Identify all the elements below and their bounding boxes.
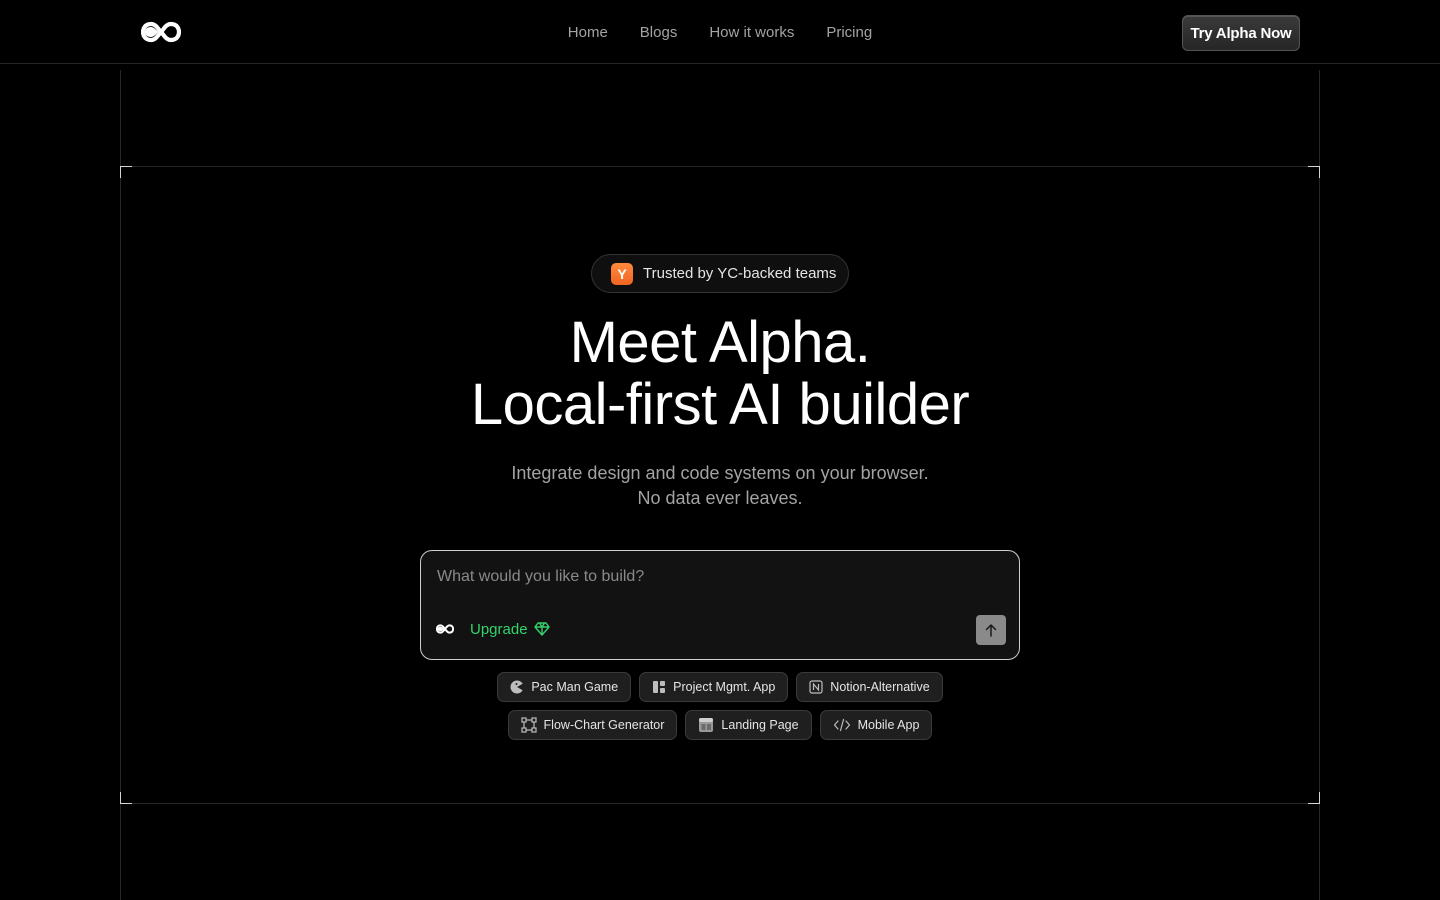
suggestion-mobile-app[interactable]: Mobile App	[819, 710, 933, 740]
hero-subtitle-line-1: Integrate design and code systems on you…	[511, 463, 929, 483]
suggestion-label: Flow-Chart Generator	[543, 718, 665, 732]
frame-icon	[520, 717, 537, 733]
frame-top-line	[120, 166, 1320, 167]
hero-title: Meet Alpha. Local-first AI builder	[0, 312, 1440, 436]
hero-title-line-2: Local-first AI builder	[470, 372, 970, 437]
suggestion-row-2: Flow-Chart Generator Landing Page Mobile…	[0, 710, 1440, 740]
try-alpha-now-button[interactable]: Try Alpha Now	[1182, 15, 1300, 51]
page-icon	[699, 718, 714, 732]
notion-icon	[809, 680, 823, 694]
suggestion-flow-chart-generator[interactable]: Flow-Chart Generator	[507, 710, 678, 740]
corner-bottom-right	[1308, 792, 1320, 804]
nav-how-it-works-link[interactable]: How it works	[709, 24, 794, 41]
hero-subtitle-line-2: No data ever leaves.	[637, 488, 803, 508]
top-navigation-bar: Home Blogs How it works Pricing Try Alph…	[0, 0, 1440, 64]
code-icon	[833, 718, 850, 732]
nav-home-link[interactable]: Home	[568, 24, 608, 41]
trusted-badge-text: Trusted by YC-backed teams	[643, 265, 837, 282]
build-prompt-input[interactable]	[435, 565, 995, 589]
suggestion-notion-alternative[interactable]: Notion-Alternative	[796, 672, 943, 702]
suggestion-label: Project Mgmt. App	[673, 680, 776, 694]
arrow-up-icon	[985, 624, 997, 637]
suggestion-label: Mobile App	[857, 718, 920, 732]
layout-icon	[653, 681, 666, 693]
infinity-logo-icon[interactable]	[141, 21, 181, 43]
prompt-box: Upgrade	[420, 550, 1020, 660]
nav-pricing-link[interactable]: Pricing	[826, 24, 872, 41]
corner-top-right	[1308, 166, 1320, 178]
corner-top-left	[120, 166, 132, 178]
diamond-icon	[533, 622, 550, 636]
upgrade-button[interactable]: Upgrade	[470, 617, 550, 641]
pacman-icon	[510, 680, 525, 694]
suggestion-label: Pac Man Game	[531, 680, 619, 694]
hero-subtitle: Integrate design and code systems on you…	[0, 461, 1440, 511]
suggestion-label: Notion-Alternative	[830, 680, 930, 694]
trusted-badge: Y Trusted by YC-backed teams	[591, 254, 849, 293]
infinity-model-icon[interactable]	[436, 623, 454, 635]
suggestion-label: Landing Page	[721, 718, 799, 732]
upgrade-label: Upgrade	[470, 620, 528, 638]
corner-bottom-left	[120, 792, 132, 804]
suggestion-landing-page[interactable]: Landing Page	[685, 710, 812, 740]
suggestion-row-1: Pac Man Game Project Mgmt. App Notion-Al…	[0, 672, 1440, 702]
suggestion-project-mgmt-app[interactable]: Project Mgmt. App	[639, 672, 789, 702]
suggestion-pac-man-game[interactable]: Pac Man Game	[497, 672, 632, 702]
send-button[interactable]	[976, 615, 1006, 645]
hero-title-line-1: Meet Alpha.	[569, 310, 871, 375]
nav-blogs-link[interactable]: Blogs	[640, 24, 678, 41]
yc-logo-icon: Y	[611, 262, 633, 285]
frame-bottom-line	[120, 803, 1320, 804]
